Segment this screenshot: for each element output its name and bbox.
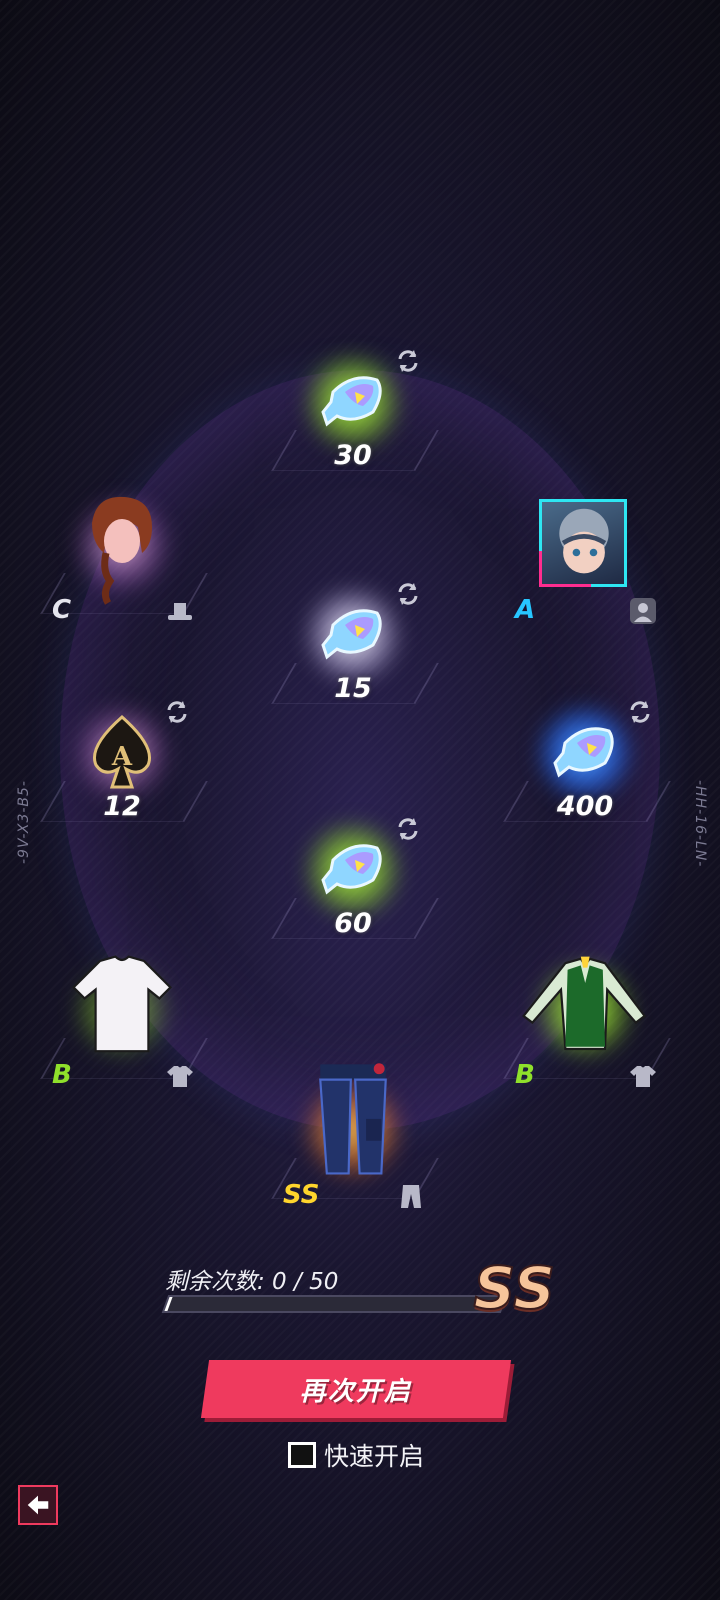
remaining-label: 剩余次数: 0 / 50 [165,1269,339,1295]
back-arrow-icon [27,1495,49,1515]
grade-label: B [515,1060,535,1090]
progress-fill [164,1297,173,1311]
svg-text:A: A [111,742,133,772]
reward-slot-jacket[interactable]: B [503,956,671,1090]
reward-qty: 15 [334,673,372,704]
quick-open-checkbox[interactable] [288,1442,316,1468]
reward-qty: 400 [556,791,614,822]
reward-slot-fish-60[interactable]: 60 [271,818,439,950]
reward-slot-fish-30[interactable]: 30 [271,350,439,482]
hat-icon [168,603,192,620]
grade-label: C [52,595,72,625]
reward-slot-pants[interactable]: SS [271,1063,439,1210]
white-shirt-icon [72,955,172,1053]
back-button[interactable] [18,1485,58,1525]
side-code-right: -HH-16-LN- [692,780,708,868]
portrait-icon [630,598,656,624]
target-grade: SS [473,1253,556,1323]
reward-qty: 12 [103,791,141,822]
grade-label: SS [283,1180,320,1210]
fish-icon [553,727,614,778]
reward-slot-avatar[interactable]: A [505,495,665,625]
refresh-icon[interactable] [162,697,192,727]
refresh-icon[interactable] [393,579,423,609]
braided-hair-icon [92,496,152,605]
reward-slot-spade-card[interactable]: A 12 [40,701,208,833]
reward-slot-fish-400[interactable]: 400 [503,701,671,833]
navy-pants-icon [319,1063,387,1175]
refresh-icon[interactable] [625,697,655,727]
spade-ace-icon: A [93,714,151,789]
avatar-face [559,508,609,574]
character-portrait [539,499,627,587]
shirt-icon [630,1066,656,1087]
refresh-icon[interactable] [393,814,423,844]
fish-icon [321,844,382,895]
side-code-left: -9V-X3-B5- [16,780,32,864]
fish-icon [321,376,382,427]
progress-bar [161,1295,508,1313]
reward-qty: 30 [334,440,372,471]
refresh-icon[interactable] [393,346,423,376]
reward-slot-hair[interactable]: C [40,495,208,625]
open-again-button[interactable]: 再次开启 [200,1360,512,1418]
green-vest-icon [522,956,647,1051]
grade-label: B [52,1060,72,1090]
remaining-attempts: 剩余次数: 0 / 50 SS [161,1253,556,1323]
fish-icon [321,609,382,660]
pants-icon [401,1185,421,1208]
reward-slot-shirt[interactable]: B [40,955,208,1090]
shirt-icon [167,1066,193,1087]
quick-open-toggle[interactable]: 快速开启 [288,1437,424,1473]
reward-slot-fish-15[interactable]: 15 [271,583,439,715]
grade-label: A [515,595,536,625]
quick-open-label: 快速开启 [324,1442,425,1471]
reward-qty: 60 [334,908,372,939]
open-again-label: 再次开启 [299,1376,412,1407]
